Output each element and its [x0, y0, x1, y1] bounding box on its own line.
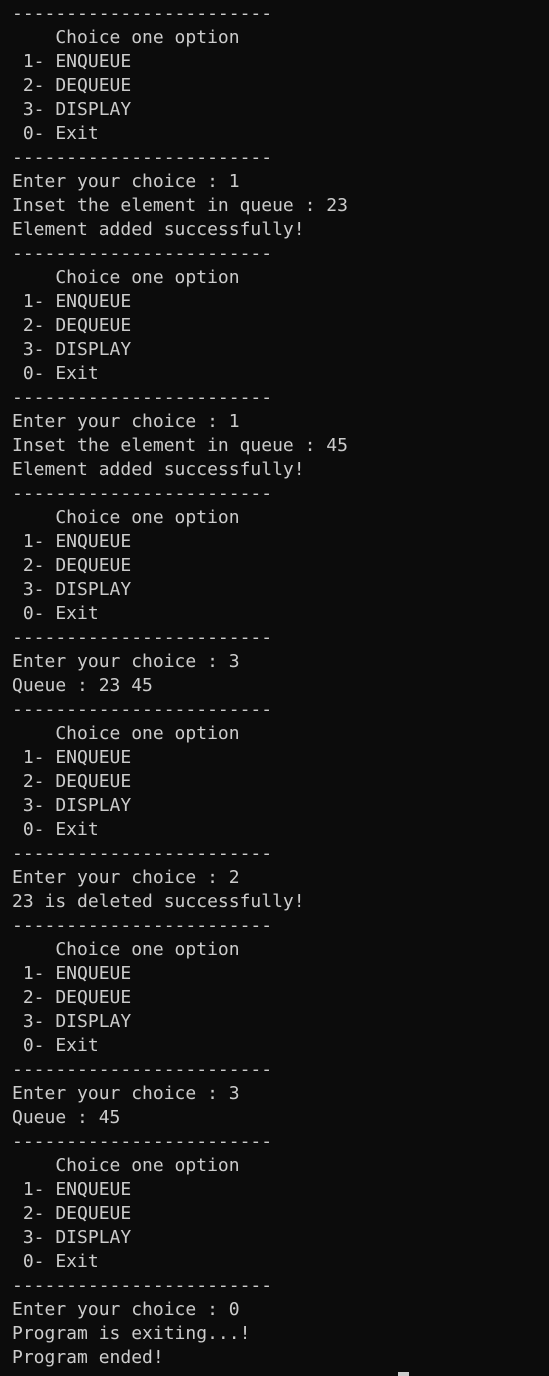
menu-option: 1- ENQUEUE	[12, 291, 132, 312]
output-line: Program ended!	[12, 1347, 164, 1368]
separator-line: ------------------------	[12, 3, 273, 24]
separator-line: ------------------------	[12, 627, 273, 648]
menu-title: Choice one option	[12, 939, 240, 960]
menu-option: 3- DISPLAY	[12, 1227, 132, 1248]
output-line: Element added successfully!	[12, 219, 305, 240]
output-line: Queue : 45	[12, 1107, 121, 1128]
menu-option: 1- ENQUEUE	[12, 1179, 132, 1200]
prompt-line: Enter your choice : 2	[12, 867, 240, 888]
separator-line: ------------------------	[12, 1059, 273, 1080]
menu-option: 2- DEQUEUE	[12, 1203, 132, 1224]
separator-line: ------------------------	[12, 147, 273, 168]
output-line: Inset the element in queue : 45	[12, 435, 348, 456]
menu-option: 1- ENQUEUE	[12, 963, 132, 984]
menu-title: Choice one option	[12, 27, 240, 48]
menu-title: Choice one option	[12, 267, 240, 288]
menu-option: 1- ENQUEUE	[12, 747, 132, 768]
separator-line: ------------------------	[12, 1131, 273, 1152]
output-line: Inset the element in queue : 23	[12, 195, 348, 216]
terminal-output[interactable]: ------------------------ Choice one opti…	[12, 2, 542, 1370]
output-line: Program is exiting...!	[12, 1323, 251, 1344]
menu-option: 3- DISPLAY	[12, 795, 132, 816]
menu-option: 0- Exit	[12, 603, 99, 624]
text-cursor	[398, 1372, 409, 1376]
prompt-line: Enter your choice : 3	[12, 651, 240, 672]
separator-line: ------------------------	[12, 843, 273, 864]
menu-option: 2- DEQUEUE	[12, 555, 132, 576]
menu-option: 0- Exit	[12, 123, 99, 144]
menu-option: 2- DEQUEUE	[12, 315, 132, 336]
menu-title: Choice one option	[12, 507, 240, 528]
menu-option: 3- DISPLAY	[12, 579, 132, 600]
separator-line: ------------------------	[12, 483, 273, 504]
output-line: Element added successfully!	[12, 459, 305, 480]
menu-option: 2- DEQUEUE	[12, 75, 132, 96]
menu-option: 0- Exit	[12, 1035, 99, 1056]
menu-option: 1- ENQUEUE	[12, 531, 132, 552]
separator-line: ------------------------	[12, 915, 273, 936]
menu-option: 1- ENQUEUE	[12, 51, 132, 72]
prompt-line: Enter your choice : 1	[12, 411, 240, 432]
menu-option: 2- DEQUEUE	[12, 771, 132, 792]
menu-option: 3- DISPLAY	[12, 339, 132, 360]
prompt-line: Enter your choice : 3	[12, 1083, 240, 1104]
separator-line: ------------------------	[12, 387, 273, 408]
menu-title: Choice one option	[12, 1155, 240, 1176]
menu-title: Choice one option	[12, 723, 240, 744]
output-line: Queue : 23 45	[12, 675, 153, 696]
menu-option: 0- Exit	[12, 363, 99, 384]
separator-line: ------------------------	[12, 699, 273, 720]
separator-line: ------------------------	[12, 1275, 273, 1296]
output-line: 23 is deleted successfully!	[12, 891, 305, 912]
menu-option: 0- Exit	[12, 1251, 99, 1272]
prompt-line: Enter your choice : 0	[12, 1299, 240, 1320]
separator-line: ------------------------	[12, 243, 273, 264]
menu-option: 2- DEQUEUE	[12, 987, 132, 1008]
menu-option: 3- DISPLAY	[12, 99, 132, 120]
prompt-line: Enter your choice : 1	[12, 171, 240, 192]
menu-option: 0- Exit	[12, 819, 99, 840]
menu-option: 3- DISPLAY	[12, 1011, 132, 1032]
